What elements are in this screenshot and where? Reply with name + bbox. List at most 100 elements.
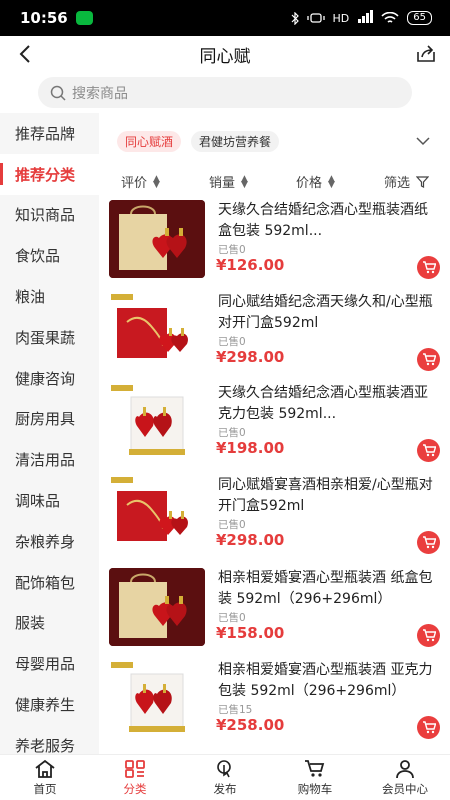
product-sold-count: 已售0 bbox=[218, 244, 246, 256]
tab-publish-label: 发布 bbox=[213, 782, 237, 796]
vibrate-icon bbox=[306, 13, 325, 23]
tab-home[interactable]: 首页 bbox=[0, 755, 90, 800]
tab-member-label: 会员中心 bbox=[382, 782, 428, 796]
status-bar: 10:56 HD 65 bbox=[0, 0, 450, 36]
network-type-label: HD bbox=[332, 11, 350, 25]
product-price: ¥198.00 bbox=[216, 439, 285, 457]
sort-rating-button[interactable]: 评价 ▲ ▼ bbox=[121, 172, 160, 191]
product-name: 同心赋结婚纪念酒天缘久和/心型瓶对开门盒592ml bbox=[218, 294, 433, 331]
category-sidebar: 推荐品牌 推荐分类 知识商品 食饮品 粮油 肉蛋果蔬 健康咨询 厨房用具 清洁用… bbox=[0, 113, 99, 754]
status-time: 10:56 bbox=[20, 9, 68, 27]
add-to-cart-button[interactable] bbox=[417, 716, 440, 739]
tab-publish[interactable]: 发布 bbox=[180, 755, 270, 800]
cart-icon bbox=[422, 536, 436, 549]
share-icon[interactable] bbox=[414, 42, 438, 66]
sort-arrows-icon: ▲ ▼ bbox=[328, 173, 335, 190]
tab-home-label: 首页 bbox=[33, 782, 57, 796]
tab-member[interactable]: 会员中心 bbox=[360, 755, 450, 800]
sort-rating-label: 评价 bbox=[121, 176, 148, 191]
product-card[interactable]: 天缘久合结婚纪念酒心型瓶装酒亚克力包装 592ml... 已售0 ¥198.00 bbox=[99, 383, 450, 475]
sidebar-item-accessories-bags[interactable]: 配饰箱包 bbox=[0, 562, 99, 603]
add-to-cart-button[interactable] bbox=[417, 531, 440, 554]
sidebar-item-health-consulting[interactable]: 健康咨询 bbox=[0, 358, 99, 399]
sidebar-item-recommended-categories[interactable]: 推荐分类 bbox=[0, 153, 99, 195]
back-arrow-icon[interactable] bbox=[14, 42, 36, 66]
product-price: ¥298.00 bbox=[216, 348, 285, 366]
wechat-notification-icon bbox=[75, 11, 93, 25]
chip-tongxinfu-liquor[interactable]: 同心赋酒 bbox=[117, 131, 182, 152]
add-to-cart-button[interactable] bbox=[417, 348, 440, 371]
product-sold-count: 已售0 bbox=[218, 612, 246, 624]
battery-icon: 65 bbox=[407, 11, 432, 25]
sidebar-item-grains-wellness[interactable]: 杂粮养身 bbox=[0, 521, 99, 562]
cart-icon bbox=[422, 261, 436, 274]
page-title: 同心赋 bbox=[199, 46, 251, 67]
sort-price-label: 价格 bbox=[296, 176, 323, 191]
product-card[interactable]: 同心赋结婚纪念酒天缘久和/心型瓶对开门盒592ml 已售0 ¥298.00 bbox=[99, 292, 450, 384]
product-image[interactable] bbox=[109, 660, 205, 738]
sort-bar: 评价 ▲ ▼ 销量 ▲ ▼ 价格 ▲ ▼ 筛选 bbox=[99, 172, 450, 194]
product-card[interactable]: 相亲相爱婚宴酒心型瓶装酒 纸盒包装 592ml（296+296ml） 已售0 ¥… bbox=[99, 568, 450, 660]
sidebar-item-knowledge-products[interactable]: 知识商品 bbox=[0, 195, 99, 236]
tab-category-label: 分类 bbox=[123, 782, 147, 796]
sidebar-item-recommended-brands[interactable]: 推荐品牌 bbox=[0, 113, 99, 154]
filter-funnel-icon bbox=[416, 175, 430, 188]
add-to-cart-button[interactable] bbox=[417, 439, 440, 462]
home-icon bbox=[35, 759, 55, 778]
product-sold-count: 已售0 bbox=[218, 427, 246, 439]
cart-icon bbox=[422, 353, 436, 366]
product-price: ¥298.00 bbox=[216, 531, 285, 549]
product-price: ¥126.00 bbox=[216, 256, 285, 274]
product-name: 天缘久合结婚纪念酒心型瓶装酒亚克力包装 592ml... bbox=[218, 385, 428, 422]
chevron-down-icon[interactable] bbox=[415, 135, 431, 147]
sidebar-item-health-care[interactable]: 健康养生 bbox=[0, 684, 99, 725]
filter-button[interactable]: 筛选 bbox=[384, 172, 430, 191]
status-icons: HD 65 bbox=[291, 10, 432, 26]
sort-price-button[interactable]: 价格 ▲ ▼ bbox=[296, 172, 335, 191]
sort-arrows-icon: ▲ ▼ bbox=[153, 173, 160, 190]
product-image[interactable] bbox=[109, 200, 205, 278]
product-sold-count: 已售0 bbox=[218, 336, 246, 348]
product-list-panel: 同心赋酒 君健坊营养餐 评价 ▲ ▼ 销量 ▲ ▼ 价格 ▲ ▼ 筛选 天缘久合结婚纪… bbox=[99, 113, 450, 754]
bluetooth-icon bbox=[291, 11, 299, 25]
product-card[interactable]: 天缘久合结婚纪念酒心型瓶装酒纸盒包装 592ml... 已售0 ¥126.00 bbox=[99, 200, 450, 292]
sidebar-item-seasoning[interactable]: 调味品 bbox=[0, 480, 99, 521]
add-to-cart-button[interactable] bbox=[417, 256, 440, 279]
sidebar-item-cleaning[interactable]: 清洁用品 bbox=[0, 439, 99, 480]
cart-icon bbox=[422, 721, 436, 734]
tab-cart[interactable]: 购物车 bbox=[270, 755, 360, 800]
product-name: 同心赋婚宴喜酒相亲相爱/心型瓶对开门盒592ml bbox=[218, 477, 433, 514]
product-sold-count: 已售15 bbox=[218, 704, 253, 716]
filter-chips: 同心赋酒 君健坊营养餐 bbox=[117, 131, 280, 152]
product-sold-count: 已售0 bbox=[218, 519, 246, 531]
product-card[interactable]: 同心赋婚宴喜酒相亲相爱/心型瓶对开门盒592ml 已售0 ¥298.00 bbox=[99, 475, 450, 567]
product-image[interactable] bbox=[109, 475, 205, 553]
product-name: 相亲相爱婚宴酒心型瓶装酒 亚克力包装 592ml（296+296ml） bbox=[218, 662, 433, 699]
search-input[interactable]: 搜索商品 bbox=[72, 83, 128, 103]
signal-icon bbox=[357, 10, 374, 26]
sort-sales-label: 销量 bbox=[209, 176, 236, 191]
filter-label: 筛选 bbox=[384, 176, 411, 191]
product-image[interactable] bbox=[109, 568, 205, 646]
sidebar-item-grain-oil[interactable]: 粮油 bbox=[0, 276, 99, 317]
search-icon bbox=[50, 85, 66, 101]
product-name: 天缘久合结婚纪念酒心型瓶装酒纸盒包装 592ml... bbox=[218, 202, 428, 239]
sidebar-item-mother-baby[interactable]: 母婴用品 bbox=[0, 643, 99, 684]
user-profile-icon bbox=[396, 760, 414, 779]
chip-junjianfang-meal[interactable]: 君健坊营养餐 bbox=[191, 131, 280, 152]
sidebar-item-kitchenware[interactable]: 厨房用具 bbox=[0, 399, 99, 440]
product-image[interactable] bbox=[109, 292, 205, 370]
product-name: 相亲相爱婚宴酒心型瓶装酒 纸盒包装 592ml（296+296ml） bbox=[218, 570, 433, 607]
sort-arrows-icon: ▲ ▼ bbox=[241, 173, 248, 190]
product-image[interactable] bbox=[109, 383, 205, 461]
sort-sales-button[interactable]: 销量 ▲ ▼ bbox=[209, 172, 248, 191]
product-card[interactable]: 相亲相爱婚宴酒心型瓶装酒 亚克力包装 592ml（296+296ml） 已售15… bbox=[99, 660, 450, 752]
cart-icon bbox=[422, 629, 436, 642]
tab-category[interactable]: 分类 bbox=[90, 755, 180, 800]
search-bar[interactable]: 搜索商品 bbox=[38, 77, 412, 108]
sidebar-item-clothing[interactable]: 服装 bbox=[0, 603, 99, 644]
sidebar-item-food-drink[interactable]: 食饮品 bbox=[0, 235, 99, 276]
sidebar-item-elderly-care[interactable]: 养老服务 bbox=[0, 725, 99, 754]
sidebar-item-meat-eggs-produce[interactable]: 肉蛋果蔬 bbox=[0, 317, 99, 358]
add-to-cart-button[interactable] bbox=[417, 624, 440, 647]
